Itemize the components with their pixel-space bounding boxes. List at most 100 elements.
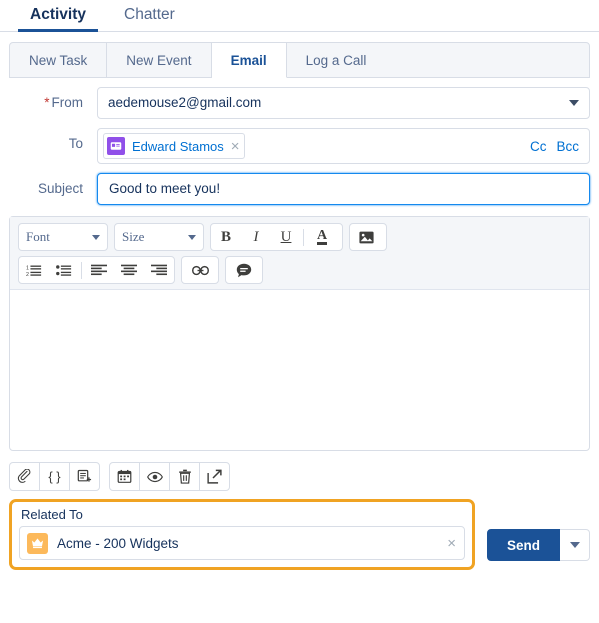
align-right-button[interactable] xyxy=(144,257,174,283)
text-format-group: B I U A xyxy=(210,223,343,251)
tab-email[interactable]: Email xyxy=(211,43,287,78)
email-extras-group xyxy=(109,462,230,491)
save-as-template-button[interactable] xyxy=(70,463,99,490)
subject-control: Good to meet you! xyxy=(97,173,590,205)
send-button-label: Send xyxy=(506,537,540,553)
send-options-button[interactable] xyxy=(560,529,590,561)
insert-link-button[interactable] xyxy=(182,257,218,283)
font-select-label: Font xyxy=(26,229,50,244)
email-body-input[interactable] xyxy=(10,290,589,450)
tab-chatter[interactable]: Chatter xyxy=(112,6,187,31)
tab-log-a-call[interactable]: Log a Call xyxy=(287,43,386,77)
opportunity-icon xyxy=(27,532,48,554)
tab-log-a-call-label: Log a Call xyxy=(305,52,367,68)
required-asterisk: * xyxy=(44,95,50,110)
list-align-group: 1 2 xyxy=(18,256,175,284)
eye-icon xyxy=(146,471,163,482)
pop-out-button[interactable] xyxy=(200,463,229,490)
underline-icon: U xyxy=(280,228,292,245)
to-label: To xyxy=(68,136,83,151)
to-input[interactable]: Edward Stamos × Cc Bcc xyxy=(97,128,590,164)
paperclip-icon xyxy=(17,469,31,483)
related-to-input[interactable]: Acme - 200 Widgets × xyxy=(19,526,465,560)
chevron-down-icon xyxy=(188,234,196,240)
email-action-bar: { } xyxy=(9,462,590,491)
cc-link[interactable]: Cc xyxy=(530,139,547,154)
toolbar-divider xyxy=(303,228,304,246)
preview-button[interactable] xyxy=(140,463,170,490)
editor-toolbar-row-1: Font Size B I U A xyxy=(18,223,581,251)
text-color-icon: A xyxy=(316,228,328,245)
related-to-section: Related To Acme - 200 Widgets × xyxy=(9,499,475,570)
from-row: * From aedemouse2@gmail.com xyxy=(9,78,590,119)
tab-email-label: Email xyxy=(230,52,267,68)
tab-activity[interactable]: Activity xyxy=(18,6,98,32)
from-value: aedemouse2@gmail.com xyxy=(108,95,262,110)
cc-bcc-links: Cc Bcc xyxy=(530,139,579,154)
underline-button[interactable]: U xyxy=(271,224,301,250)
attach-file-button[interactable] xyxy=(10,463,40,490)
pop-out-icon xyxy=(207,469,222,484)
subject-value: Good to meet you! xyxy=(109,181,221,196)
numbered-list-icon: 1 2 xyxy=(26,265,42,277)
contact-icon xyxy=(107,137,125,155)
subject-row: Subject Good to meet you! xyxy=(9,164,590,205)
insert-quote-group xyxy=(225,256,263,284)
related-to-send-row: Related To Acme - 200 Widgets × Send xyxy=(0,499,599,570)
compose-subtabs-wrapper: New Task New Event Email Log a Call xyxy=(0,32,599,78)
send-button-group: Send xyxy=(486,529,590,561)
recipient-name: Edward Stamos xyxy=(132,138,224,154)
subject-field[interactable]: Good to meet you! xyxy=(97,173,590,205)
size-select-group: Size xyxy=(114,223,204,251)
tab-new-task[interactable]: New Task xyxy=(10,43,108,77)
email-compose-form: * From aedemouse2@gmail.com To Edward St… xyxy=(0,78,599,205)
size-select[interactable]: Size xyxy=(115,224,203,250)
calendar-icon xyxy=(117,469,132,483)
compose-subtabs: New Task New Event Email Log a Call xyxy=(9,42,590,78)
tab-new-event[interactable]: New Event xyxy=(107,43,212,77)
chevron-down-icon xyxy=(569,100,579,106)
remove-recipient-icon[interactable]: × xyxy=(231,139,240,154)
bulleted-list-icon xyxy=(56,264,72,276)
size-select-label: Size xyxy=(122,229,145,244)
recipient-pill[interactable]: Edward Stamos × xyxy=(103,133,245,159)
toolbar-divider xyxy=(81,261,82,279)
trash-icon xyxy=(178,469,191,484)
send-button[interactable]: Send xyxy=(486,529,560,561)
discard-draft-button[interactable] xyxy=(170,463,200,490)
related-to-value: Acme - 200 Widgets xyxy=(57,535,179,551)
insert-quote-button[interactable] xyxy=(226,257,262,283)
insert-link-group xyxy=(181,256,219,284)
from-select[interactable]: aedemouse2@gmail.com xyxy=(97,87,590,119)
merge-fields-button[interactable]: { } xyxy=(40,463,70,490)
tab-chatter-label: Chatter xyxy=(124,6,175,23)
text-color-button[interactable]: A xyxy=(306,224,342,250)
align-center-button[interactable] xyxy=(114,257,144,283)
svg-text:1: 1 xyxy=(26,265,29,271)
align-left-button[interactable] xyxy=(84,257,114,283)
tab-activity-label: Activity xyxy=(30,6,86,23)
tab-new-task-label: New Task xyxy=(29,52,88,68)
insert-image-button[interactable] xyxy=(350,224,386,250)
editor-toolbar-row-2: 1 2 xyxy=(18,256,581,284)
insert-image-group xyxy=(349,223,387,251)
bulleted-list-button[interactable] xyxy=(49,257,79,283)
bold-icon: B xyxy=(220,228,231,245)
italic-button[interactable]: I xyxy=(241,224,271,250)
numbered-list-button[interactable]: 1 2 xyxy=(19,257,49,283)
font-select[interactable]: Font xyxy=(19,224,107,250)
insert-availability-button[interactable] xyxy=(110,463,140,490)
braces-icon: { } xyxy=(48,469,61,484)
clear-related-to-icon[interactable]: × xyxy=(447,536,456,551)
chevron-down-icon xyxy=(92,234,100,240)
bcc-link[interactable]: Bcc xyxy=(556,139,579,154)
to-row: To Edward Stamos × Cc Bcc xyxy=(9,119,590,164)
bold-button[interactable]: B xyxy=(211,224,241,250)
from-label-text: From xyxy=(51,95,84,110)
activity-chatter-tabs: Activity Chatter xyxy=(0,0,599,32)
rich-text-editor: Font Size B I U A 1 2 xyxy=(9,216,590,451)
image-icon xyxy=(358,231,374,243)
link-icon xyxy=(191,265,209,275)
compose-tools-group: { } xyxy=(9,462,100,491)
chat-bubble-icon xyxy=(236,263,252,277)
